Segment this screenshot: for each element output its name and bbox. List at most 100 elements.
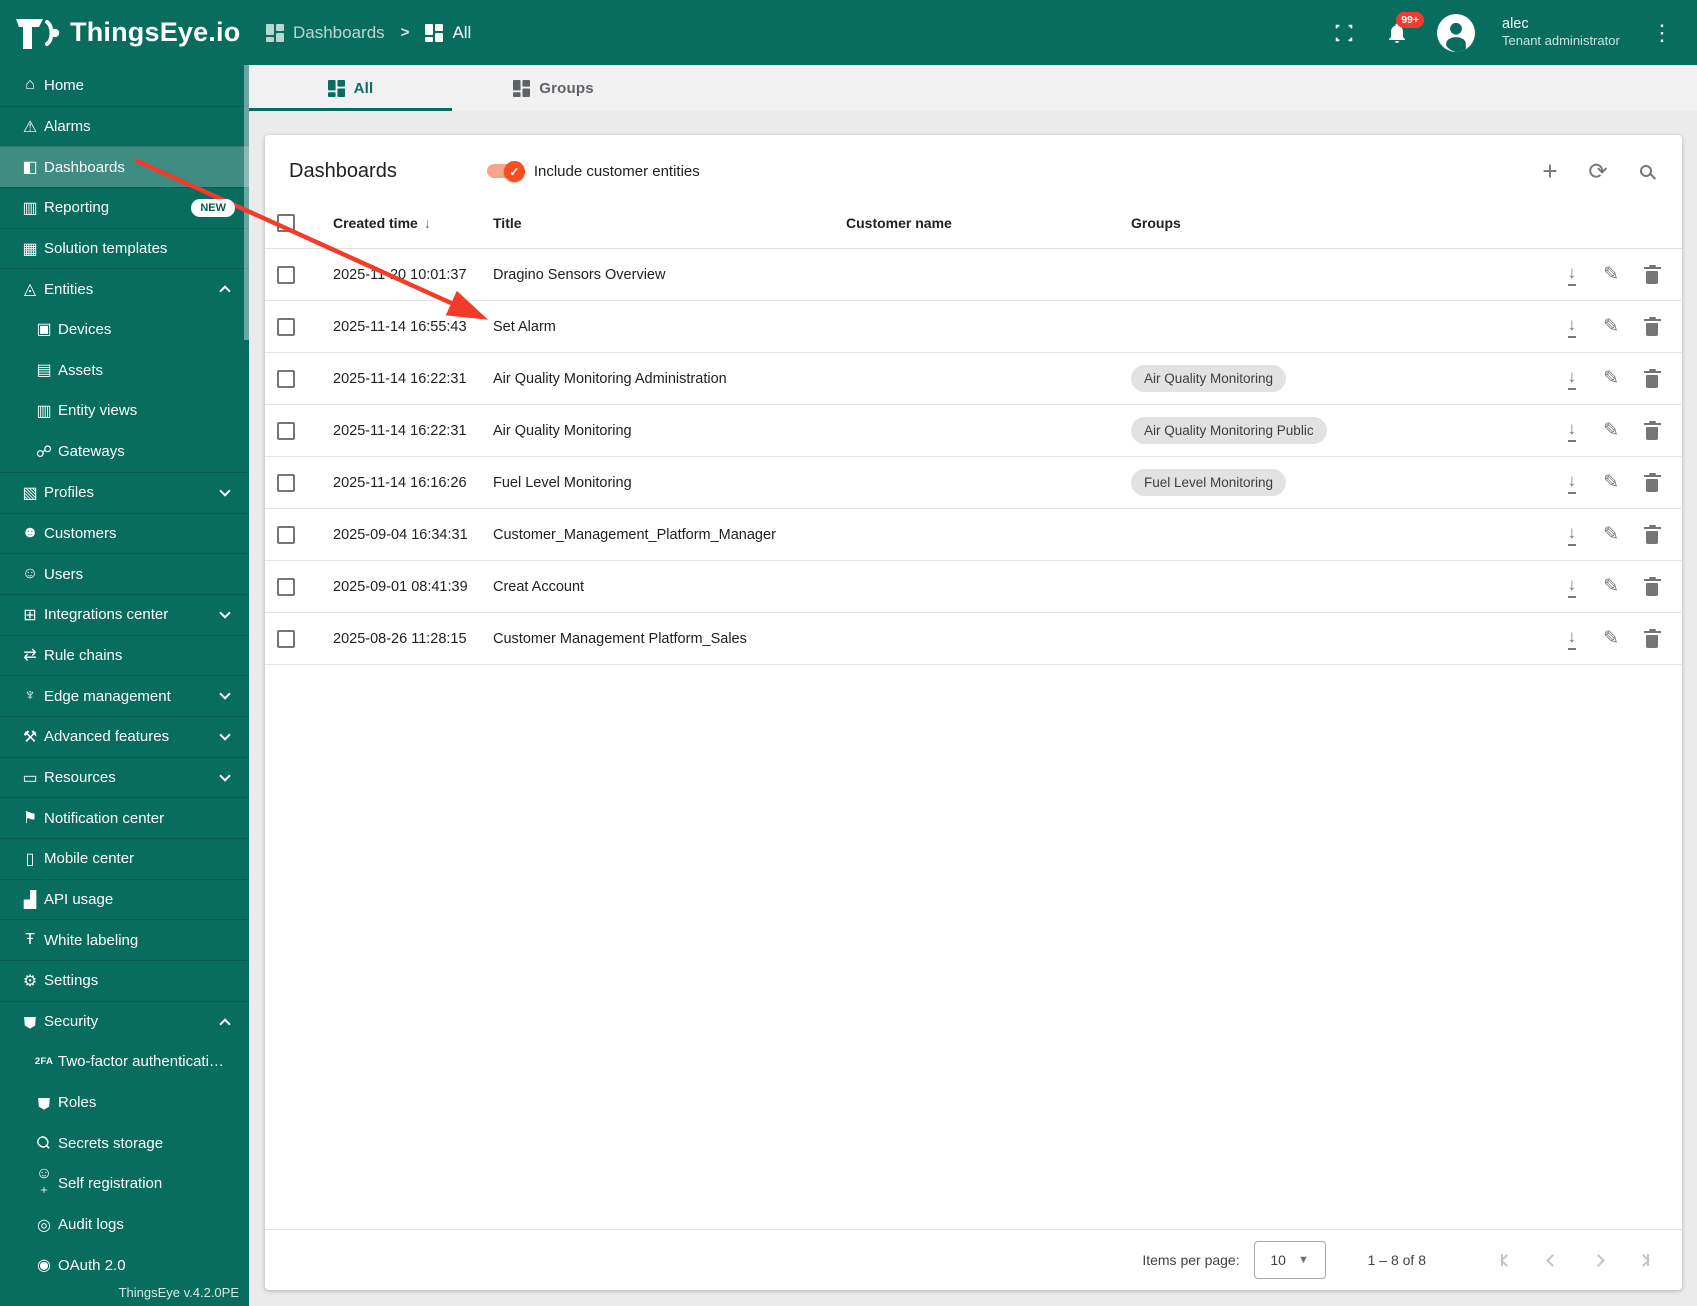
row-checkbox[interactable] [277, 317, 295, 336]
table-row[interactable]: 2025-11-20 10:01:37 Dragino Sensors Overv… [265, 249, 1682, 301]
sidebar-item-secrets-storage[interactable]: Ϙ Secrets storage [0, 1123, 249, 1164]
edge-antenna-icon: ♆ [24, 687, 36, 705]
edit-button[interactable]: ✎ [1603, 263, 1619, 286]
sidebar-item-label: Reporting [44, 199, 110, 217]
download-button[interactable]: ↓ [1567, 627, 1576, 650]
sidebar-item-security[interactable]: ☗ Security [0, 1000, 249, 1042]
sidebar-item-audit-logs[interactable]: ◎ Audit logs [0, 1204, 249, 1245]
download-button[interactable]: ↓ [1567, 575, 1576, 598]
sidebar-item-api-usage[interactable]: ▟ API usage [0, 878, 249, 920]
edit-button[interactable]: ✎ [1603, 523, 1619, 546]
delete-button[interactable] [1643, 368, 1661, 388]
table-row[interactable]: 2025-11-14 16:22:31 Air Quality Monitorin… [265, 405, 1682, 457]
last-page-button[interactable] [1632, 1248, 1656, 1272]
sidebar-item-users[interactable]: ☺ Users [0, 553, 249, 594]
next-page-button[interactable] [1586, 1248, 1610, 1272]
row-actions: ↓ ✎ [1508, 575, 1661, 598]
column-created-time[interactable]: Created time ↓ [333, 215, 493, 231]
download-button[interactable]: ↓ [1567, 263, 1576, 286]
edit-button[interactable]: ✎ [1603, 315, 1619, 338]
sidebar-item-entity-views[interactable]: ▥ Entity views [0, 391, 249, 432]
row-checkbox[interactable] [277, 265, 295, 284]
edit-button[interactable]: ✎ [1603, 471, 1619, 494]
delete-button[interactable] [1643, 628, 1661, 648]
cell-groups: Air Quality Monitoring [1131, 365, 1508, 392]
delete-button[interactable] [1643, 576, 1661, 596]
sidebar-item-roles[interactable]: ☗ Roles [0, 1082, 249, 1123]
table-row[interactable]: 2025-08-26 11:28:15 Customer Management P… [265, 613, 1682, 665]
row-checkbox[interactable] [277, 525, 295, 544]
sidebar-item-gateways[interactable]: ☍ Gateways [0, 431, 249, 472]
table-row[interactable]: 2025-11-14 16:22:31 Air Quality Monitorin… [265, 353, 1682, 405]
row-checkbox[interactable] [277, 421, 295, 440]
sidebar-item-label: Solution templates [44, 240, 168, 258]
edit-button[interactable]: ✎ [1603, 419, 1619, 442]
sidebar-item-home[interactable]: ⌂ Home [0, 65, 249, 106]
column-title[interactable]: Title [493, 215, 846, 231]
sidebar-item-edge-management[interactable]: ♆ Edge management [0, 675, 249, 716]
search-button[interactable] [1626, 151, 1666, 191]
download-button[interactable]: ↓ [1567, 419, 1576, 442]
delete-button[interactable] [1643, 472, 1661, 492]
breadcrumb-dashboards[interactable]: Dashboards [266, 23, 385, 43]
download-button[interactable]: ↓ [1567, 523, 1576, 546]
delete-button[interactable] [1643, 264, 1661, 284]
add-dashboard-button[interactable]: + [1530, 151, 1570, 191]
edit-button[interactable]: ✎ [1603, 367, 1619, 390]
fullscreen-button[interactable] [1331, 20, 1357, 46]
delete-button[interactable] [1643, 524, 1661, 544]
edit-button[interactable]: ✎ [1603, 575, 1619, 598]
user-info[interactable]: alec Tenant administrator [1502, 15, 1620, 51]
sidebar-item-integrations-center[interactable]: ⊞ Integrations center [0, 593, 249, 635]
breadcrumb-all[interactable]: All [425, 23, 471, 43]
sidebar-item-customers[interactable]: ☻ Customers [0, 512, 249, 554]
row-checkbox[interactable] [277, 473, 295, 492]
sidebar-item-reporting[interactable]: ▥ Reporting NEW [0, 187, 249, 228]
download-button[interactable]: ↓ [1567, 367, 1576, 390]
sidebar-item-oauth[interactable]: ◉ OAuth 2.0 [0, 1245, 249, 1286]
sidebar-item-resources[interactable]: ▭ Resources [0, 756, 249, 798]
sidebar-item-self-registration[interactable]: ☺⁺ Self registration [0, 1164, 249, 1205]
table-row[interactable]: 2025-11-14 16:16:26 Fuel Level Monitoring… [265, 457, 1682, 509]
table-row[interactable]: 2025-09-04 16:34:31 Customer_Management_P… [265, 509, 1682, 561]
edit-button[interactable]: ✎ [1603, 627, 1619, 650]
sidebar-item-profiles[interactable]: ▧ Profiles [0, 471, 249, 513]
avatar[interactable] [1437, 13, 1475, 52]
sidebar-item-devices[interactable]: ▣ Devices [0, 309, 249, 350]
first-page-button[interactable] [1494, 1248, 1518, 1272]
sidebar-item-settings[interactable]: ⚙ Settings [0, 960, 249, 1001]
include-customer-entities-toggle[interactable]: ✓ [485, 161, 525, 182]
tab-groups[interactable]: Groups [452, 65, 655, 111]
tab-all[interactable]: All [249, 65, 452, 111]
sidebar-item-dashboards[interactable]: ◧ Dashboards [0, 146, 249, 188]
table-row[interactable]: 2025-09-01 08:41:39 Creat Account ↓ ✎ [265, 561, 1682, 613]
sidebar-item-advanced-features[interactable]: ⚒ Advanced features [0, 716, 249, 757]
sidebar-item-white-labeling[interactable]: Ŧ White labeling [0, 919, 249, 960]
row-checkbox[interactable] [277, 369, 295, 388]
sidebar-item-solution-templates[interactable]: ▦ Solution templates [0, 227, 249, 269]
row-checkbox[interactable] [277, 629, 295, 648]
download-button[interactable]: ↓ [1567, 315, 1576, 338]
sidebar-item-rule-chains[interactable]: ⇄ Rule chains [0, 634, 249, 676]
sidebar-item-assets[interactable]: ▤ Assets [0, 350, 249, 391]
app-logo[interactable]: ThingsEye.io [0, 13, 252, 53]
table-row[interactable]: 2025-11-14 16:55:43 Set Alarm ↓ ✎ [265, 301, 1682, 353]
row-checkbox[interactable] [277, 577, 295, 596]
sidebar-item-alarms[interactable]: ⚠ Alarms [0, 105, 249, 147]
items-per-page-select[interactable]: 10 ▼ [1253, 1241, 1326, 1279]
delete-button[interactable] [1643, 420, 1661, 440]
select-all-checkbox[interactable] [277, 213, 295, 232]
download-button[interactable]: ↓ [1567, 471, 1576, 494]
sidebar-item-mobile-center[interactable]: ▯ Mobile center [0, 838, 249, 879]
kebab-menu-icon[interactable]: ⋮ [1647, 20, 1677, 46]
column-customer-name[interactable]: Customer name [846, 215, 1131, 231]
sidebar-item-two-factor-authentication[interactable]: 2FA Two-factor authenticati… [0, 1042, 249, 1083]
refresh-button[interactable]: ⟳ [1578, 151, 1618, 191]
sidebar-item-entities[interactable]: ◬ Entities [0, 268, 249, 309]
sidebar-item-label: Roles [58, 1094, 97, 1112]
delete-button[interactable] [1643, 316, 1661, 336]
prev-page-button[interactable] [1540, 1248, 1564, 1272]
notifications-button[interactable]: 99+ [1384, 11, 1424, 46]
sidebar-item-notification-center[interactable]: ⚑ Notification center [0, 797, 249, 838]
column-groups[interactable]: Groups [1131, 215, 1508, 231]
